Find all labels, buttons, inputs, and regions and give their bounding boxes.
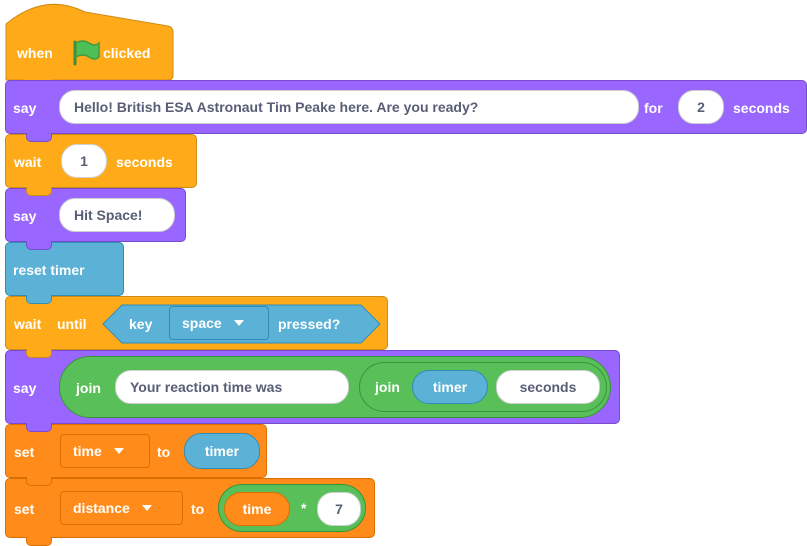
until-label: until: [57, 316, 87, 332]
variable-dropdown-value: time: [73, 443, 102, 459]
variable-dropdown[interactable]: time: [60, 434, 150, 468]
say-message-input[interactable]: Hello! British ESA Astronaut Tim Peake h…: [59, 90, 639, 124]
variable-dropdown-value: distance: [73, 500, 130, 516]
say-message-input[interactable]: Hit Space!: [59, 198, 175, 232]
set-distance-block[interactable]: set distance to time * 7: [5, 478, 375, 546]
key-label: key: [129, 316, 153, 332]
seconds-label: seconds: [733, 100, 790, 116]
block-notch: [26, 295, 52, 304]
dropdown-arrow-icon: [113, 448, 124, 454]
join-reporter-outer[interactable]: join Your reaction time was join timer s…: [59, 356, 611, 418]
say-label: say: [13, 380, 37, 396]
say-block[interactable]: say Hit Space!: [5, 188, 186, 250]
block-notch: [26, 349, 52, 358]
wait-label: wait: [14, 154, 42, 170]
to-label: to: [157, 444, 171, 460]
timer-reporter[interactable]: timer: [412, 370, 488, 404]
multiply-operator-reporter[interactable]: time * 7: [218, 484, 366, 532]
reset-timer-block[interactable]: reset timer: [5, 242, 124, 304]
pressed-label: pressed?: [278, 316, 341, 332]
key-dropdown[interactable]: space: [169, 306, 269, 340]
block-notch: [26, 477, 52, 486]
block-notch: [26, 423, 52, 432]
say-for-seconds-block[interactable]: say Hello! British ESA Astronaut Tim Pea…: [5, 80, 807, 142]
duration-input[interactable]: 2: [678, 90, 724, 124]
dropdown-arrow-icon: [141, 505, 152, 511]
join-text-input[interactable]: Your reaction time was: [115, 370, 349, 404]
time-variable-reporter[interactable]: time: [224, 492, 290, 526]
clicked-label: clicked: [103, 45, 151, 61]
say-label: say: [13, 100, 37, 116]
wait-seconds-block[interactable]: wait 1 seconds: [5, 134, 197, 196]
when-flag-clicked-block[interactable]: when clicked: [5, 0, 174, 82]
block-notch: [26, 187, 52, 196]
variable-dropdown[interactable]: distance: [60, 491, 183, 525]
set-label: set: [14, 501, 35, 517]
join-label: join: [76, 380, 101, 396]
when-label: when: [17, 45, 53, 61]
say-label: say: [13, 208, 37, 224]
reset-timer-label: reset timer: [13, 262, 85, 278]
wait-value-input[interactable]: 1: [61, 144, 107, 178]
join-label: join: [375, 379, 400, 395]
wait-seconds-label: seconds: [116, 154, 173, 170]
key-dropdown-value: space: [182, 315, 222, 331]
timer-reporter[interactable]: timer: [184, 433, 260, 469]
set-label: set: [14, 444, 35, 460]
dropdown-arrow-icon: [233, 320, 244, 326]
block-notch: [26, 241, 52, 250]
wait-until-block[interactable]: wait until key space pressed?: [5, 296, 388, 358]
to-label: to: [191, 501, 205, 517]
for-label: for: [644, 100, 663, 116]
wait-label: wait: [14, 316, 42, 332]
green-flag-icon: [73, 40, 100, 66]
set-time-block[interactable]: set time to timer: [5, 424, 267, 486]
block-notch: [26, 133, 52, 142]
multiplier-input[interactable]: 7: [317, 492, 361, 526]
multiply-operator-label: *: [301, 500, 307, 516]
say-join-block[interactable]: say join Your reaction time was join tim…: [5, 350, 620, 432]
join-reporter-inner[interactable]: join timer seconds: [359, 362, 607, 412]
join-seconds-input[interactable]: seconds: [496, 370, 600, 404]
